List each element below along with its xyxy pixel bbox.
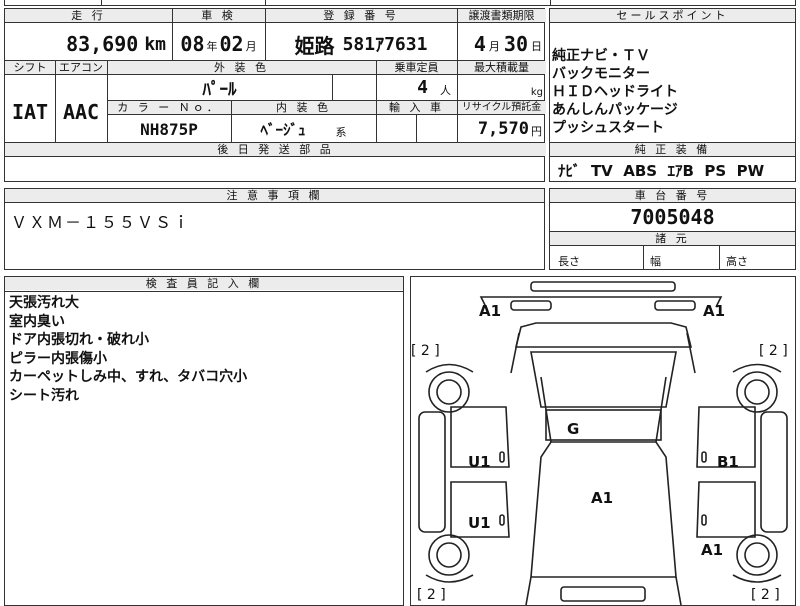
plate-class: 581 (342, 33, 376, 55)
plate-kana: ｱ (375, 35, 385, 56)
sales-point-item: プッシュスタート (552, 120, 664, 136)
plate-header: 登 録 番 号 (265, 9, 457, 22)
capacity-unit: 人 (440, 83, 451, 97)
bracket-label: [ 2 ] (751, 587, 780, 603)
shaken-value: 08 年 02 月 (172, 23, 265, 65)
genuine-equipment-value: ﾅﾋﾞ TV ABS ｴｱB PS PW (558, 162, 765, 180)
mark-left-front-door: U1 (468, 453, 491, 471)
recycle-value: 7,570 円 (457, 115, 546, 143)
inspector-line: 天張汚れ大 (9, 295, 79, 311)
dimension-length-label: 長さ (558, 255, 580, 268)
max-load-unit: kg (530, 87, 543, 98)
dimensions-header: 諸 元 (550, 232, 795, 245)
shaken-month: 02 (219, 32, 244, 56)
interior-color-value: ﾍﾞｰｼﾞｭ 系 (231, 115, 376, 143)
mark-right-front-door: B1 (717, 453, 739, 471)
chassis-header: 車 台 番 号 (550, 189, 795, 202)
interior-color-header: 内 装 色 (231, 101, 376, 114)
inspector-line: シート汚れ (9, 387, 79, 404)
shift-header: シフト (5, 61, 55, 74)
transfer-header: 譲渡書類期限 (457, 9, 546, 22)
mark-left-rear-door: U1 (468, 514, 491, 532)
notes-box: 注 意 事 項 欄 ＶＸＭ－１５５ＶＳｉ (4, 188, 545, 270)
mark-center: A1 (591, 489, 613, 507)
genuine-equipment-header: 純 正 装 備 (550, 143, 795, 156)
sales-point-item: 純正ナビ・ＴＶ (552, 48, 650, 64)
transfer-month: 4 (473, 32, 486, 56)
chassis-box: 車 台 番 号 7005048 諸 元 長さ 幅 高さ (549, 188, 796, 270)
inspector-line: カーペットしみ中、すれ、タバコ穴小 (9, 369, 248, 385)
mark-top-right: A1 (703, 302, 725, 320)
recycle-unit: 円 (531, 125, 542, 138)
transfer-day: 30 (503, 32, 528, 56)
sales-point-item: あんしんパッケージ (552, 102, 678, 118)
transfer-month-unit: 月 (488, 40, 500, 53)
mark-top-left: A1 (479, 302, 501, 320)
plate-area: 姫路 (294, 33, 335, 58)
exterior-color-value: ﾊﾟｰﾙ (107, 75, 332, 100)
color-no-value: NH875P (140, 119, 198, 139)
mileage-number: 83,690 (66, 32, 139, 56)
capacity-value: 4 人 (376, 75, 457, 100)
inspector-line: ドア内張切れ・破れ小 (9, 332, 149, 348)
sales-point-item: バックモニター (552, 66, 650, 82)
mark-roof: G (567, 420, 579, 438)
interior-color-text: ﾍﾞｰｼﾞｭ (260, 120, 306, 139)
car-diagram: A1 A1 G A1 U1 U1 B1 A1 [ 2 ] [ 2 ] [ 2 ]… (411, 281, 788, 605)
dimension-width-label: 幅 (650, 255, 661, 268)
aircon-header: エアコン (55, 61, 107, 74)
inspector-line: 室内臭い (9, 313, 65, 330)
transfer-day-unit: 日 (531, 40, 542, 53)
max-load-header: 最大積載量 (457, 61, 546, 74)
exterior-color-header: 外 装 色 (107, 61, 376, 74)
dimension-height-label: 高さ (726, 255, 748, 268)
interior-color-suffix: 系 (335, 126, 347, 139)
later-parts-header: 後 日 発 送 部 品 (5, 143, 546, 156)
mileage-value: 83,690 km (5, 23, 172, 65)
capacity-number: 4 (417, 77, 428, 98)
inspector-line: ピラー内張傷小 (9, 350, 107, 367)
shaken-year-unit: 年 (206, 40, 218, 53)
inspector-header: 検 査 員 記 入 欄 (5, 277, 403, 290)
shaken-header: 車 検 (172, 9, 265, 22)
bracket-label: [ 2 ] (411, 343, 440, 359)
inspector-lines: 天張汚れ大 室内臭い ドア内張切れ・破れ小 ピラー内張傷小 カーペットしみ中、す… (9, 294, 247, 405)
shift-value: IAT (11, 100, 49, 124)
sales-points-list: 純正ナビ・ＴＶ バックモニター ＨＩＤヘッドライト あんしんパッケージ プッシュ… (552, 47, 792, 137)
import-header: 輸 入 車 (376, 101, 457, 114)
bracket-label: [ 2 ] (759, 343, 788, 359)
top-strip (4, 0, 796, 6)
mileage-header: 走 行 (5, 9, 172, 22)
notes-header: 注 意 事 項 欄 (5, 189, 544, 202)
sales-point-item: ＨＩＤヘッドライト (552, 84, 678, 100)
recycle-header: リサイクル預託金 (457, 101, 546, 114)
notes-value: ＶＸＭ－１５５ＶＳｉ (11, 213, 192, 232)
exterior-color-text: ﾊﾟｰﾙ (202, 80, 237, 100)
aircon-value: AAC (62, 100, 100, 124)
mileage-unit: km (144, 33, 166, 55)
sales-points-header: セールスポイント (550, 9, 795, 22)
mark-right-rear-quarter: A1 (701, 541, 723, 559)
plate-number: 7631 (384, 33, 428, 55)
spec-grid: 走 行 車 検 登 録 番 号 譲渡書類期限 83,690 km 08 年 02… (4, 8, 546, 182)
capacity-header: 乗車定員 (376, 61, 457, 74)
shaken-month-unit: 月 (245, 40, 257, 53)
car-diagram-box: A1 A1 G A1 U1 U1 B1 A1 [ 2 ] [ 2 ] [ 2 ]… (410, 276, 796, 606)
chassis-value: 7005048 (630, 205, 715, 229)
recycle-number: 7,570 (477, 119, 529, 139)
bracket-label: [ 2 ] (417, 587, 446, 603)
shaken-year: 08 (180, 32, 205, 56)
plate-value: 姫路 581 ｱ 7631 (265, 23, 457, 65)
transfer-value: 4 月 30 日 (457, 23, 546, 65)
sales-points-box: セールスポイント 純正ナビ・ＴＶ バックモニター ＨＩＤヘッドライト あんしんパ… (549, 8, 796, 182)
inspector-box: 検 査 員 記 入 欄 天張汚れ大 室内臭い ドア内張切れ・破れ小 ピラー内張傷… (4, 276, 404, 606)
color-no-header: カ ラ ー Ｎｏ． (107, 101, 231, 114)
